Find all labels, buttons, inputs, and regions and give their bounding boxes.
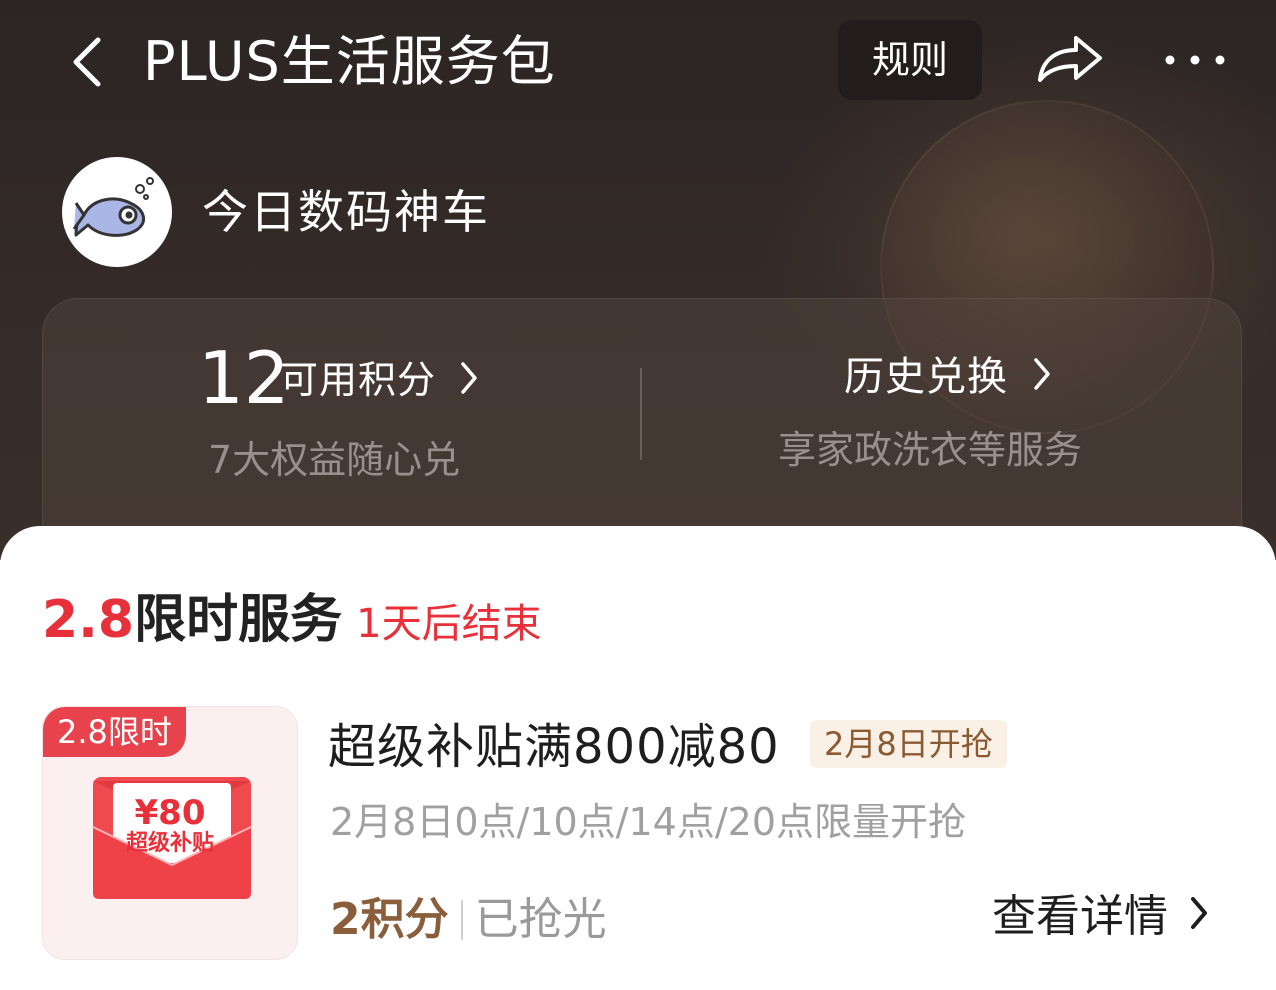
rules-button[interactable]: 规则 <box>838 20 982 100</box>
item-title[interactable]: 超级补贴满800减80 <box>328 714 780 780</box>
points-value: 12 <box>198 336 290 420</box>
fish-logo-icon <box>72 177 154 237</box>
history-link[interactable]: 历史兑换 <box>844 349 1052 407</box>
page-title: PLUS生活服务包 <box>143 30 556 93</box>
points-link[interactable]: 可用积分 <box>280 352 479 411</box>
section-title: 限时服务 <box>134 590 343 650</box>
countdown-text: 1天后结束 <box>356 601 542 647</box>
chevron-right-icon <box>1188 888 1210 950</box>
chevron-right-icon <box>1032 351 1052 407</box>
stats-divider <box>640 368 642 460</box>
history-subtitle: 享家政洗衣等服务 <box>778 428 1083 472</box>
section-header: 2.8限时服务 1天后结束 <box>42 586 542 666</box>
view-details-label: 查看详情 <box>992 891 1168 942</box>
shop-avatar[interactable] <box>62 157 172 267</box>
item-cost-row: 2积分 已抢光 <box>330 890 607 959</box>
chevron-left-icon[interactable] <box>66 34 116 90</box>
chevron-right-icon <box>459 355 479 411</box>
share-arrow-icon[interactable] <box>1032 30 1108 90</box>
shop-name[interactable]: 今日数码神车 <box>202 180 490 244</box>
points-subtitle: 7大权益随心兑 <box>208 438 461 482</box>
hero-banner: PLUS生活服务包 规则 今日数码神车 12 可用积分 7大权益随心兑 历史兑换 <box>0 0 1276 600</box>
section-date: 2.8 <box>42 590 135 650</box>
item-description: 2月8日0点/10点/14点/20点限量开抢 <box>330 800 967 844</box>
history-label: 历史兑换 <box>844 354 1008 400</box>
item-thumbnail[interactable]: 2.8限时 ¥80 超级补贴 <box>42 706 298 960</box>
thumbnail-amount: ¥80 <box>134 793 206 833</box>
points-label: 可用积分 <box>280 358 437 402</box>
view-details-link[interactable]: 查看详情 <box>992 886 1210 950</box>
item-badge: 2月8日开抢 <box>810 720 1007 768</box>
item-status: 已抢光 <box>474 894 607 945</box>
item-cost: 2积分 <box>330 894 449 945</box>
thumbnail-caption: 超级补贴 <box>125 831 214 856</box>
thumbnail-tag: 2.8限时 <box>43 707 186 757</box>
more-dots-icon[interactable] <box>1160 50 1230 70</box>
cost-divider <box>460 900 463 940</box>
